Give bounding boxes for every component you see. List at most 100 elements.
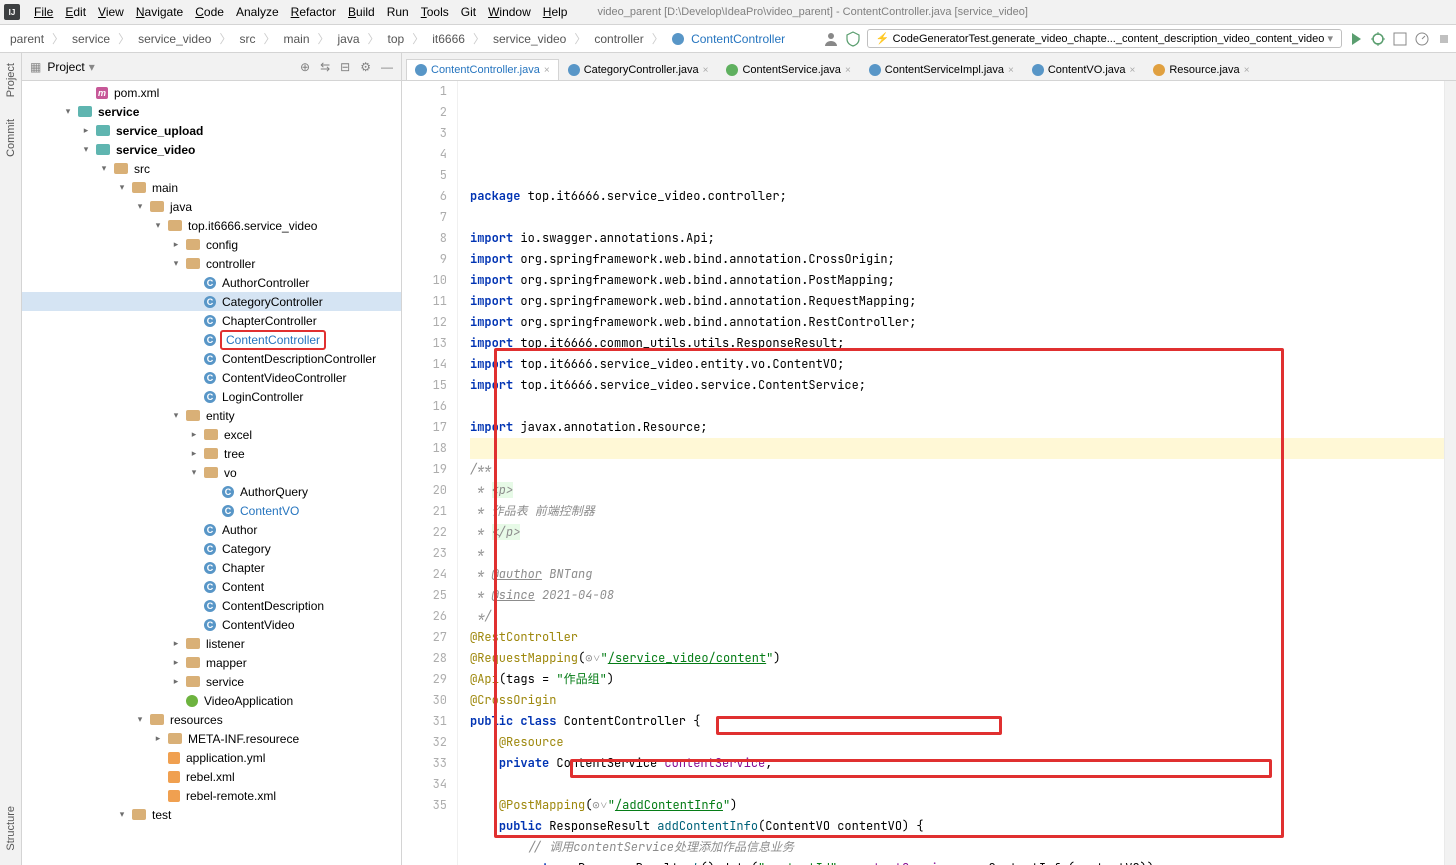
close-icon[interactable]: ×: [845, 65, 851, 76]
editor-tab-contentvo[interactable]: ContentVO.java×: [1023, 59, 1145, 80]
crumb-controller[interactable]: controller: [588, 30, 649, 48]
tree-arrow[interactable]: ▾: [188, 467, 200, 479]
tree-arrow[interactable]: ▾: [80, 144, 92, 156]
tree-item-logincontroller[interactable]: CLoginController: [22, 387, 401, 406]
tree-item-contentcontroller[interactable]: CContentController: [22, 330, 401, 349]
coverage-icon[interactable]: [1392, 31, 1408, 47]
editor-tab-categorycontroller[interactable]: CategoryController.java×: [559, 59, 718, 80]
tree-arrow[interactable]: ▾: [152, 220, 164, 232]
tree-item-application-yml[interactable]: application.yml: [22, 748, 401, 767]
menu-tools[interactable]: Tools: [415, 3, 455, 21]
select-opened-file-icon[interactable]: ⊕: [300, 60, 310, 74]
tree-item-chapter[interactable]: CChapter: [22, 558, 401, 577]
run-icon[interactable]: [1348, 31, 1364, 47]
debug-icon[interactable]: [1370, 31, 1386, 47]
tool-window-commit[interactable]: Commit: [5, 115, 17, 161]
run-configuration-dropdown[interactable]: ⚡ CodeGeneratorTest.generate_video_chapt…: [867, 29, 1342, 48]
close-icon[interactable]: ×: [703, 65, 709, 76]
tool-window-structure[interactable]: Structure: [5, 802, 17, 855]
tree-item-contentdescription[interactable]: CContentDescription: [22, 596, 401, 615]
menu-navigate[interactable]: Navigate: [130, 3, 189, 21]
tree-item-rebel-remote-xml[interactable]: rebel-remote.xml: [22, 786, 401, 805]
project-tree[interactable]: mpom.xml▾service▸service_upload▾service_…: [22, 81, 401, 865]
tree-item-resources[interactable]: ▾resources: [22, 710, 401, 729]
tree-item-top-it6666-service-video[interactable]: ▾top.it6666.service_video: [22, 216, 401, 235]
tree-item-authorquery[interactable]: CAuthorQuery: [22, 482, 401, 501]
tree-item-vo[interactable]: ▾vo: [22, 463, 401, 482]
tree-item-videoapplication[interactable]: VideoApplication: [22, 691, 401, 710]
tree-arrow[interactable]: ▸: [80, 125, 92, 137]
menu-view[interactable]: View: [92, 3, 130, 21]
tree-item-service-upload[interactable]: ▸service_upload: [22, 121, 401, 140]
tree-arrow[interactable]: ▸: [170, 657, 182, 669]
editor-scrollbar[interactable]: [1444, 81, 1456, 865]
tree-arrow[interactable]: ▾: [170, 410, 182, 422]
tree-arrow[interactable]: ▾: [134, 201, 146, 213]
crumb-top[interactable]: top: [382, 30, 411, 48]
stop-icon[interactable]: [1436, 31, 1452, 47]
crumb-class[interactable]: ContentController: [666, 30, 791, 48]
tree-item-java[interactable]: ▾java: [22, 197, 401, 216]
crumb-service-video[interactable]: service_video: [132, 30, 217, 48]
tree-arrow[interactable]: ▾: [170, 258, 182, 270]
tree-item-contentvo[interactable]: CContentVO: [22, 501, 401, 520]
menu-analyze[interactable]: Analyze: [230, 3, 285, 21]
tree-item-authorcontroller[interactable]: CAuthorController: [22, 273, 401, 292]
tree-item-content[interactable]: CContent: [22, 577, 401, 596]
crumb-servicevideo[interactable]: service_video: [487, 30, 572, 48]
profiler-icon[interactable]: [1414, 31, 1430, 47]
tree-item-contentdescriptioncontroller[interactable]: CContentDescriptionController: [22, 349, 401, 368]
menu-code[interactable]: Code: [189, 3, 230, 21]
hide-icon[interactable]: —: [381, 60, 393, 74]
tree-item-tree[interactable]: ▸tree: [22, 444, 401, 463]
crumb-parent[interactable]: parent: [4, 30, 50, 48]
menu-edit[interactable]: Edit: [59, 3, 92, 21]
tree-arrow[interactable]: ▾: [98, 163, 110, 175]
editor-tab-resource[interactable]: Resource.java×: [1144, 59, 1258, 80]
crumb-main[interactable]: main: [277, 30, 315, 48]
tree-item-controller[interactable]: ▾controller: [22, 254, 401, 273]
tree-arrow[interactable]: ▾: [62, 106, 74, 118]
close-icon[interactable]: ×: [1008, 65, 1014, 76]
tool-window-project[interactable]: Project: [5, 59, 17, 101]
collapse-all-icon[interactable]: ⊟: [340, 60, 350, 74]
menu-run[interactable]: Run: [381, 3, 415, 21]
tree-item-categorycontroller[interactable]: CCategoryController: [22, 292, 401, 311]
tree-arrow[interactable]: ▾: [134, 714, 146, 726]
user-icon[interactable]: [823, 31, 839, 47]
tree-item-pom-xml[interactable]: mpom.xml: [22, 83, 401, 102]
tree-item-main[interactable]: ▾main: [22, 178, 401, 197]
tree-item-config[interactable]: ▸config: [22, 235, 401, 254]
tree-item-meta-inf-resourece[interactable]: ▸META-INF.resourece: [22, 729, 401, 748]
tree-arrow[interactable]: ▾: [116, 182, 128, 194]
tree-item-mapper[interactable]: ▸mapper: [22, 653, 401, 672]
menu-file[interactable]: File: [28, 3, 59, 21]
menu-refactor[interactable]: Refactor: [285, 3, 342, 21]
editor-tab-contentservice[interactable]: ContentService.java×: [717, 59, 859, 80]
crumb-src[interactable]: src: [233, 30, 261, 48]
tree-item-contentvideocontroller[interactable]: CContentVideoController: [22, 368, 401, 387]
editor-content[interactable]: 1234567891011121314151617181920212223242…: [402, 81, 1456, 865]
tree-arrow[interactable]: ▸: [152, 733, 164, 745]
tree-arrow[interactable]: ▸: [170, 676, 182, 688]
tree-item-excel[interactable]: ▸excel: [22, 425, 401, 444]
crumb-java[interactable]: java: [332, 30, 366, 48]
tree-item-entity[interactable]: ▾entity: [22, 406, 401, 425]
tree-item-service-video[interactable]: ▾service_video: [22, 140, 401, 159]
settings-icon[interactable]: ⚙: [360, 60, 371, 74]
close-icon[interactable]: ×: [1244, 65, 1250, 76]
tree-item-service[interactable]: ▾service: [22, 102, 401, 121]
tree-item-test[interactable]: ▾test: [22, 805, 401, 824]
close-icon[interactable]: ×: [1130, 65, 1136, 76]
close-icon[interactable]: ×: [544, 65, 550, 76]
tree-item-src[interactable]: ▾src: [22, 159, 401, 178]
tree-item-listener[interactable]: ▸listener: [22, 634, 401, 653]
expand-all-icon[interactable]: ⇆: [320, 60, 330, 74]
menu-window[interactable]: Window: [482, 3, 537, 21]
tree-item-category[interactable]: CCategory: [22, 539, 401, 558]
tree-arrow[interactable]: ▾: [116, 809, 128, 821]
menu-build[interactable]: Build: [342, 3, 381, 21]
crumb-it6666[interactable]: it6666: [426, 30, 471, 48]
menu-git[interactable]: Git: [455, 3, 482, 21]
build-icon[interactable]: [845, 31, 861, 47]
